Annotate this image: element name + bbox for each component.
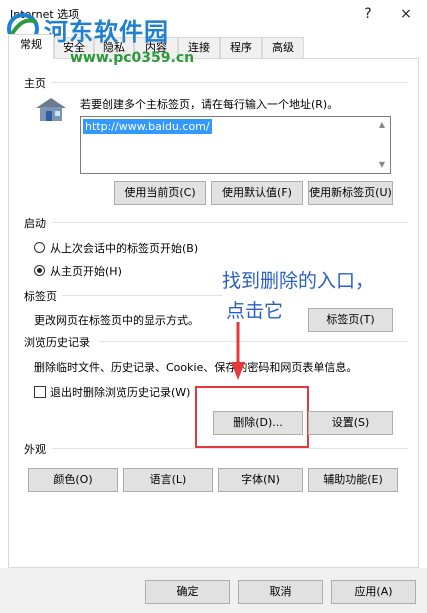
scroll-down-icon[interactable]: ▼ bbox=[376, 159, 388, 171]
home-heading: 主页 bbox=[24, 77, 46, 90]
watermark-url: www.pc0359.cn bbox=[70, 50, 195, 66]
appearance-divider bbox=[52, 448, 408, 449]
radio-start-home[interactable] bbox=[34, 265, 45, 276]
accessibility-button[interactable]: 辅助功能(E) bbox=[308, 468, 398, 492]
watermark-site-name: 河东软件园 bbox=[44, 17, 169, 46]
house-icon bbox=[32, 96, 70, 122]
tab-general[interactable]: 常规 bbox=[8, 34, 54, 59]
tabs-heading: 标签页 bbox=[24, 290, 57, 303]
history-heading: 浏览历史记录 bbox=[24, 336, 90, 349]
help-button[interactable]: ? bbox=[356, 4, 380, 24]
appearance-heading: 外观 bbox=[24, 443, 46, 456]
radio-start-home-label: 从主页开始(H) bbox=[50, 265, 122, 278]
tabs-button[interactable]: 标签页(T) bbox=[308, 308, 393, 332]
colors-button[interactable]: 颜色(O) bbox=[28, 468, 118, 492]
annotation-line-2: 点击它 bbox=[226, 300, 284, 322]
home-divider bbox=[52, 82, 408, 83]
startup-heading: 启动 bbox=[24, 217, 46, 230]
delete-history-button[interactable]: 删除(D)... bbox=[213, 411, 303, 435]
tabs-description: 更改网页在标签页中的显示方式。 bbox=[34, 314, 199, 327]
use-default-button[interactable]: 使用默认值(F) bbox=[211, 181, 303, 205]
home-url-text: http://www.baidu.com/ bbox=[83, 119, 212, 134]
fonts-button[interactable]: 字体(N) bbox=[218, 468, 303, 492]
home-url-textarea[interactable]: http://www.baidu.com/ ▲ ▼ bbox=[80, 116, 391, 174]
history-description: 删除临时文件、历史记录、Cookie、保存的密码和网页表单信息。 bbox=[34, 361, 358, 374]
radio-last-session[interactable] bbox=[34, 242, 45, 253]
close-button[interactable]: × bbox=[394, 4, 418, 24]
use-current-button[interactable]: 使用当前页(C) bbox=[114, 181, 206, 205]
annotation-arrow-icon bbox=[228, 322, 248, 382]
tab-programs[interactable]: 程序 bbox=[220, 37, 262, 58]
delete-on-exit-checkbox[interactable] bbox=[34, 386, 46, 398]
radio-last-session-label: 从上次会话中的标签页开始(B) bbox=[50, 242, 199, 255]
history-divider bbox=[100, 341, 408, 342]
annotation-line-1: 找到删除的入口， bbox=[222, 270, 375, 292]
tabs-divider bbox=[62, 295, 222, 296]
tab-advanced[interactable]: 高级 bbox=[262, 37, 304, 58]
languages-button[interactable]: 语言(L) bbox=[123, 468, 213, 492]
home-instruction: 若要创建多个主标签页，请在每行输入一个地址(R)。 bbox=[80, 98, 339, 111]
history-settings-button[interactable]: 设置(S) bbox=[308, 411, 393, 435]
cancel-button[interactable]: 取消 bbox=[238, 580, 323, 604]
use-new-tab-button[interactable]: 使用新标签页(U) bbox=[308, 181, 393, 205]
startup-divider bbox=[52, 222, 408, 223]
delete-on-exit-label: 退出时删除浏览历史记录(W) bbox=[50, 386, 191, 399]
ok-button[interactable]: 确定 bbox=[145, 580, 230, 604]
scroll-up-icon[interactable]: ▲ bbox=[376, 119, 388, 131]
apply-button[interactable]: 应用(A) bbox=[331, 580, 416, 604]
